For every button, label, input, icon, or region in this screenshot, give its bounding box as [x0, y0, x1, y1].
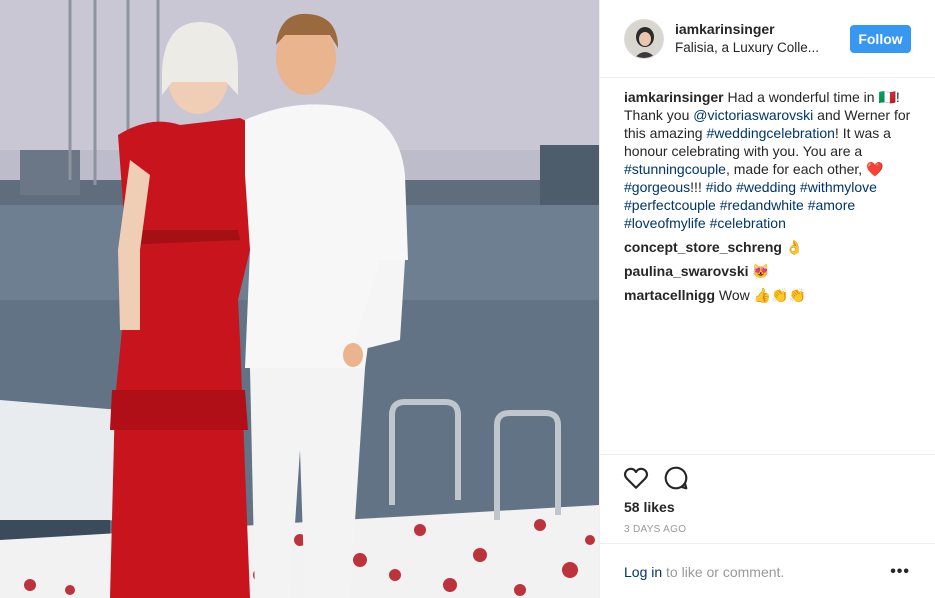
avatar[interactable]: [624, 19, 664, 59]
comment-username[interactable]: paulina_swarovski: [624, 263, 749, 279]
post-photo[interactable]: [0, 0, 599, 598]
caption-text: Had a wonderful time in 🇮🇹! Thank you @v…: [624, 89, 910, 231]
comment-username[interactable]: martacellnigg: [624, 287, 715, 303]
caption-tag-link[interactable]: #withmylove: [800, 179, 877, 195]
caption-tag-link[interactable]: #stunningcouple: [624, 161, 726, 177]
caption-tag-link[interactable]: #weddingcelebration: [706, 125, 834, 141]
caption-tag-link[interactable]: #wedding: [736, 179, 796, 195]
photo-illustration: [0, 0, 599, 598]
caption-tag-link[interactable]: #perfectcouple: [624, 197, 716, 213]
login-link[interactable]: Log in: [624, 564, 662, 580]
caption-tag-link[interactable]: #redandwhite: [720, 197, 804, 213]
post-footer: Log in to like or comment. •••: [600, 543, 935, 598]
caption-tag-link[interactable]: #gorgeous: [624, 179, 690, 195]
post-date[interactable]: 3 DAYS AGO: [624, 524, 686, 535]
caption-username[interactable]: iamkarinsinger: [624, 89, 724, 105]
caption-text-segment: !!!: [690, 179, 706, 195]
caption-tag-link[interactable]: #celebration: [710, 215, 786, 231]
comment-row: paulina_swarovski 😻: [624, 262, 916, 280]
caption-tag-link[interactable]: @victoriaswarovski: [693, 107, 813, 123]
comment-bubble-icon[interactable]: [663, 465, 689, 491]
login-prompt-text: to like or comment.: [662, 564, 785, 580]
post-author-username[interactable]: iamkarinsinger: [675, 21, 775, 37]
caption-text-segment: , made for each other, ❤️: [725, 161, 884, 177]
caption-tag-link[interactable]: #amore: [808, 197, 855, 213]
post-location[interactable]: Falisia, a Luxury Colle...: [675, 40, 819, 55]
caption: iamkarinsinger Had a wonderful time in 🇮…: [624, 88, 916, 232]
caption-tag-link[interactable]: #loveofmylife: [624, 215, 706, 231]
comment-text: Wow 👍👏👏: [715, 287, 806, 303]
comment-text: 😻: [748, 263, 770, 279]
comment-row: concept_store_schreng 👌: [624, 238, 916, 256]
post-sidebar: iamkarinsinger Falisia, a Luxury Colle..…: [599, 0, 935, 598]
comments-list: iamkarinsinger Had a wonderful time in 🇮…: [624, 88, 916, 310]
comment-row: martacellnigg Wow 👍👏👏: [624, 286, 916, 304]
comment-username[interactable]: concept_store_schreng: [624, 239, 782, 255]
caption-tag-link[interactable]: #ido: [706, 179, 732, 195]
avatar-image: [625, 20, 663, 58]
login-prompt: Log in to like or comment.: [624, 564, 784, 580]
post-actions: [600, 454, 935, 490]
likes-count[interactable]: 58 likes: [624, 499, 675, 515]
follow-button[interactable]: Follow: [850, 25, 911, 53]
post-header: iamkarinsinger Falisia, a Luxury Colle..…: [600, 0, 935, 78]
heart-icon[interactable]: [623, 465, 649, 491]
ellipsis-icon[interactable]: •••: [890, 563, 910, 581]
comment-text: 👌: [781, 239, 804, 255]
